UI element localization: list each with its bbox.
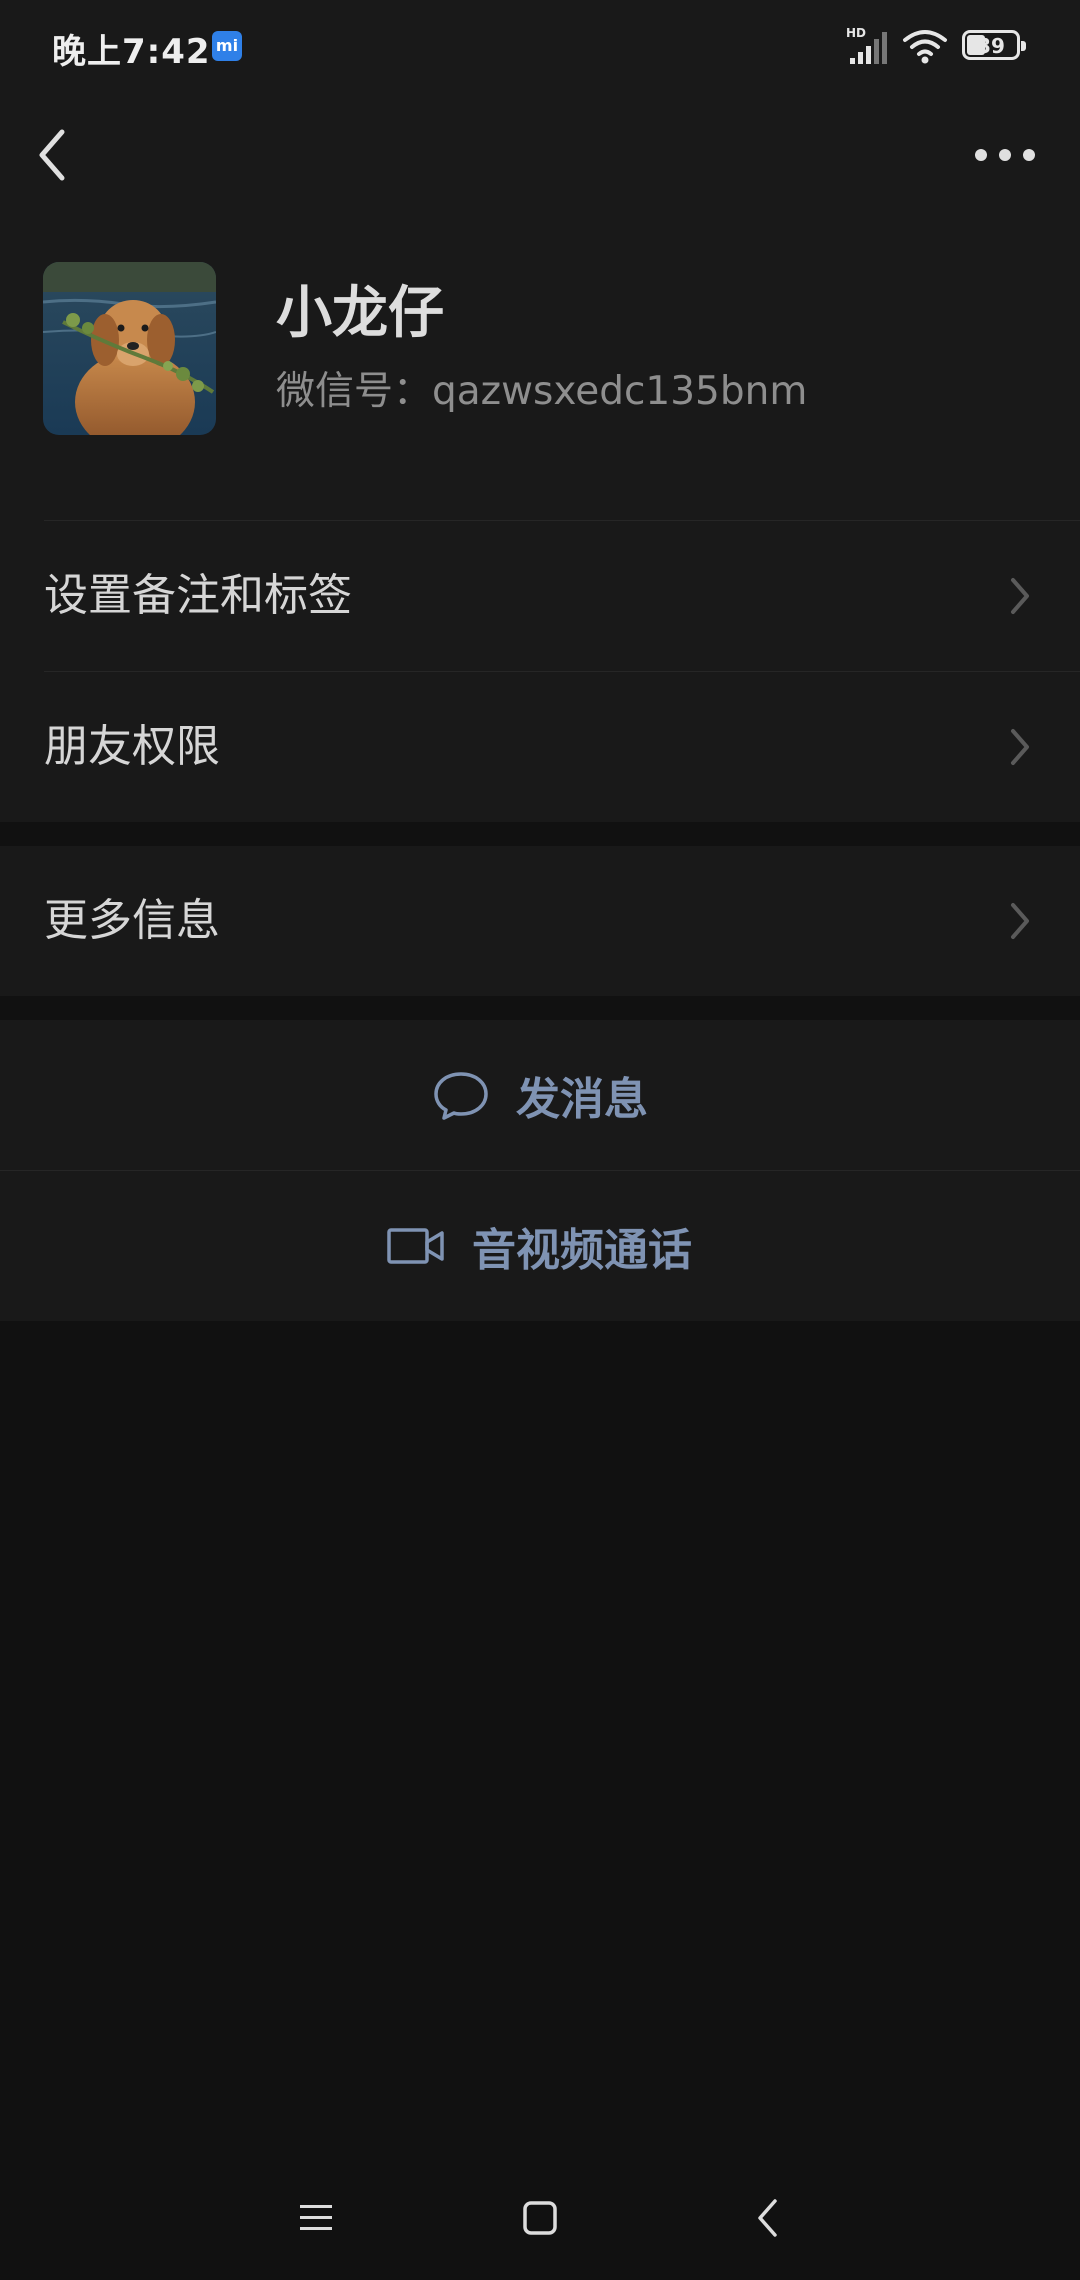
send-message-button[interactable]: 发消息 bbox=[0, 1020, 1080, 1170]
mi-app-icon: mi bbox=[212, 31, 242, 61]
avatar[interactable] bbox=[43, 262, 216, 435]
row-friend-permissions[interactable]: 朋友权限 bbox=[0, 672, 1080, 822]
menu-icon[interactable] bbox=[298, 2202, 334, 2234]
status-time: 晚上7:42 bbox=[52, 32, 211, 72]
video-call-label: 音视频通话 bbox=[472, 1225, 692, 1276]
row-more-info[interactable]: 更多信息 bbox=[0, 846, 1080, 996]
wifi-icon bbox=[903, 30, 947, 64]
row-friend-permissions-label: 朋友权限 bbox=[44, 721, 220, 772]
profile-name: 小龙仔 bbox=[276, 281, 444, 346]
chat-bubble-icon bbox=[434, 1072, 488, 1120]
battery-icon: 39 bbox=[962, 30, 1026, 60]
video-camera-icon bbox=[387, 1228, 444, 1264]
home-icon[interactable] bbox=[522, 2200, 558, 2236]
status-bar: 晚上7:42 mi HD 39 bbox=[0, 0, 1080, 95]
contact-profile-screen: 晚上7:42 mi HD 39 小龙仔 微信号：qazwsxedc135bnm … bbox=[0, 0, 1080, 2280]
send-message-label: 发消息 bbox=[516, 1074, 648, 1125]
battery-level: 39 bbox=[977, 34, 1005, 58]
wechat-id: 微信号：qazwsxedc135bnm bbox=[276, 369, 808, 414]
signal-icon: HD bbox=[846, 26, 887, 64]
row-remark-and-tags[interactable]: 设置备注和标签 bbox=[0, 521, 1080, 671]
more-button[interactable] bbox=[970, 130, 1040, 180]
chevron-right-icon bbox=[1011, 729, 1029, 765]
chevron-right-icon bbox=[1011, 903, 1029, 939]
back-button[interactable] bbox=[30, 120, 90, 190]
more-dots-icon bbox=[975, 149, 1035, 161]
back-arrow-icon bbox=[39, 129, 65, 181]
svg-text:HD: HD bbox=[846, 26, 866, 40]
section-gap bbox=[0, 822, 1080, 846]
row-more-info-label: 更多信息 bbox=[44, 895, 220, 946]
section-gap bbox=[0, 996, 1080, 1020]
video-call-button[interactable]: 音视频通话 bbox=[0, 1171, 1080, 1321]
chevron-right-icon bbox=[1011, 578, 1029, 614]
back-icon[interactable] bbox=[756, 2198, 780, 2238]
row-remark-and-tags-label: 设置备注和标签 bbox=[44, 570, 352, 621]
system-nav-bar bbox=[0, 2150, 1080, 2280]
avatar-image bbox=[43, 262, 216, 435]
